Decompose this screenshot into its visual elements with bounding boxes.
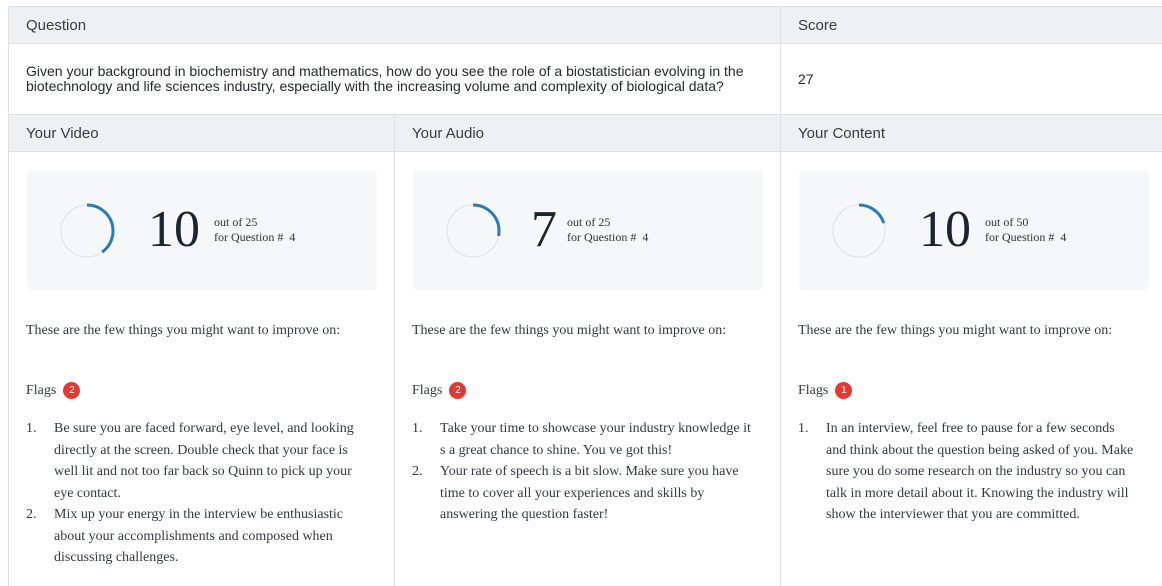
list-item: 1. Be sure you are faced forward, eye lev… xyxy=(26,418,366,504)
list-item: 1. Take your time to showcase your indust… xyxy=(412,418,752,461)
list-item-text: Take your time to showcase your industry… xyxy=(440,421,751,458)
list-item-number: 2. xyxy=(412,464,423,479)
content-flags-count-badge: 1 xyxy=(835,382,853,399)
audio-section: 7 out of 25 for Question # 4 These are t… xyxy=(395,152,781,586)
list-item-number: 1. xyxy=(798,421,809,436)
content-score-card: 10 out of 50 for Question # 4 xyxy=(799,170,1149,290)
list-item-text: Be sure you are faced forward, eye level… xyxy=(54,421,354,501)
content-improve-text: These are the few things you might want … xyxy=(798,323,1113,338)
video-for-question: for Question # 4 xyxy=(214,230,296,244)
content-progress-ring xyxy=(831,203,887,259)
video-score-card: 10 out of 25 for Question # 4 xyxy=(27,170,377,290)
section-header-row: Your Video Your Audio Your Content xyxy=(9,115,1162,152)
list-item-number: 2. xyxy=(26,507,37,522)
list-item-text: Your rate of speech is a bit slow. Make … xyxy=(440,464,739,522)
audio-for-question: for Question # 4 xyxy=(567,230,649,244)
list-item: 1. In an interview, feel free to pause fo… xyxy=(798,418,1138,526)
video-score-value: 10 xyxy=(148,201,200,258)
content-out-of: out of 50 xyxy=(985,215,1029,229)
video-improve-text: These are the few things you might want … xyxy=(26,323,341,338)
audio-score-subtitle: out of 25 for Question # 4 xyxy=(567,215,648,245)
video-flags-label: Flags xyxy=(26,382,57,398)
content-section: 10 out of 50 for Question # 4 These are … xyxy=(781,152,1162,586)
audio-progress-ring xyxy=(445,203,501,259)
question-row: Given your background in biochemistry an… xyxy=(9,44,1162,115)
content-score-value: 10 xyxy=(919,201,971,258)
audio-flag-list: 1. Take your time to showcase your indust… xyxy=(412,418,752,526)
list-item-number: 1. xyxy=(412,421,423,436)
content-score-subtitle: out of 50 for Question # 4 xyxy=(985,215,1066,245)
audio-flags-label: Flags xyxy=(412,382,443,398)
content-for-question: for Question # 4 xyxy=(985,230,1067,244)
video-section-header: Your Video xyxy=(9,115,395,151)
content-flags: Flags 1 xyxy=(798,382,853,399)
audio-out-of: out of 25 xyxy=(567,215,611,229)
list-item-number: 1. xyxy=(26,421,37,436)
audio-section-header: Your Audio xyxy=(395,115,781,151)
content-section-header: Your Content xyxy=(798,124,886,142)
list-item-text: Mix up your energy in the interview be e… xyxy=(54,507,344,565)
video-progress-ring xyxy=(59,203,115,259)
video-flags: Flags 2 xyxy=(26,382,81,399)
list-item: 2. Mix up your energy in the interview be… xyxy=(26,504,366,569)
question-header-row: Question Score xyxy=(9,7,1162,44)
audio-flags: Flags 2 xyxy=(412,382,467,399)
question-text: Given your background in biochemistry an… xyxy=(9,44,781,114)
results-table: Question Score Given your background in … xyxy=(8,6,1162,586)
audio-score-value: 7 xyxy=(531,201,557,258)
section-body-row: 10 out of 25 for Question # 4 These are … xyxy=(9,152,1162,586)
question-column-header: Question xyxy=(9,7,781,43)
list-item: 2. Your rate of speech is a bit slow. Mak… xyxy=(412,461,752,526)
video-score-subtitle: out of 25 for Question # 4 xyxy=(214,215,295,245)
content-flags-label: Flags xyxy=(798,382,829,398)
audio-score-card: 7 out of 25 for Question # 4 xyxy=(413,170,763,290)
score-column-header: Score xyxy=(798,16,838,34)
content-flag-list: 1. In an interview, feel free to pause fo… xyxy=(798,418,1138,526)
video-flags-count-badge: 2 xyxy=(63,382,81,399)
list-item-text: In an interview, feel free to pause for … xyxy=(826,421,1134,522)
audio-improve-text: These are the few things you might want … xyxy=(412,323,727,338)
question-score-value: 27 xyxy=(798,70,814,87)
video-out-of: out of 25 xyxy=(214,215,258,229)
video-section: 10 out of 25 for Question # 4 These are … xyxy=(9,152,395,586)
audio-flags-count-badge: 2 xyxy=(449,382,467,399)
video-flag-list: 1. Be sure you are faced forward, eye lev… xyxy=(26,418,366,569)
